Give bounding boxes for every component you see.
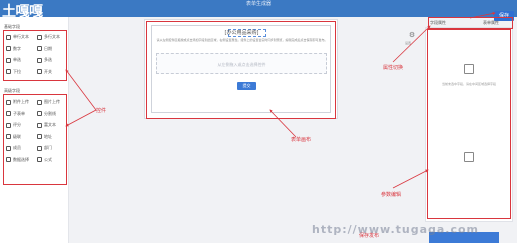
annotation-widgets: 控件 — [96, 108, 107, 114]
annotation-arrows — [65, 11, 496, 189]
annotation-props-panel: 参数编辑 — [381, 192, 402, 198]
watermark: http://www.tugaga.com — [312, 223, 480, 236]
annotation-canvas: 表单画布 — [291, 137, 312, 143]
annotation-props-tabs: 属性切换 — [383, 65, 404, 71]
